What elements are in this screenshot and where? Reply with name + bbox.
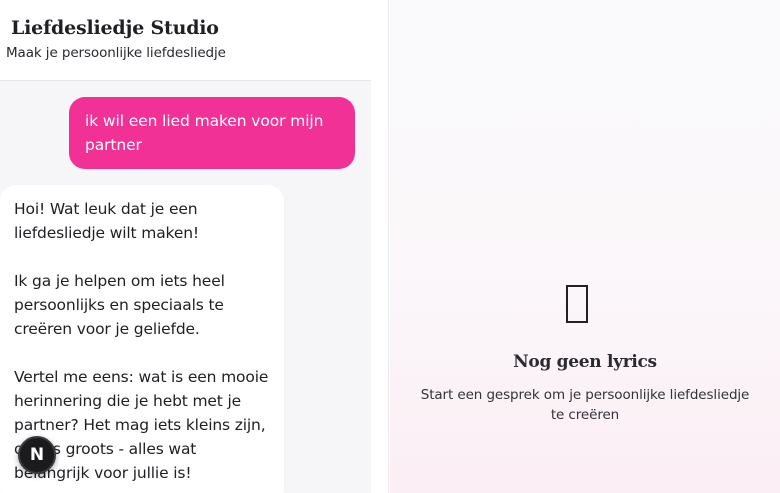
app-root: Liefdesliedje Studio Maak je persoonlijk… xyxy=(0,0,780,493)
dev-tools-badge[interactable]: N xyxy=(18,436,56,474)
assistant-message-paragraph: Ik ga je helpen om iets heel persoonlijk… xyxy=(14,272,225,338)
app-subtitle: Maak je persoonlijke liefdesliedje xyxy=(6,45,226,61)
user-message: ik wil een lied maken voor mijn partner xyxy=(69,97,355,169)
app-title: Liefdesliedje Studio xyxy=(6,17,219,39)
empty-state-description: Start een gesprek om je persoonlijke lie… xyxy=(420,387,750,423)
chat-panel: Liefdesliedje Studio Maak je persoonlijk… xyxy=(0,0,389,493)
assistant-message-paragraph: Hoi! Wat leuk dat je een liefdesliedje w… xyxy=(14,200,199,242)
app-title-text: Liefdesliedje Studio xyxy=(11,17,219,39)
assistant-message-paragraph: Vertel me eens: wat is een mooie herinne… xyxy=(14,368,269,482)
lyrics-panel: Nog geen lyrics Start een gesprek om je … xyxy=(390,0,780,493)
music-note-icon xyxy=(566,285,588,323)
chat-header: Liefdesliedje Studio Maak je persoonlijk… xyxy=(0,0,371,81)
empty-state-title: Nog geen lyrics xyxy=(513,352,657,372)
message-list[interactable]: ik wil een lied maken voor mijn partner … xyxy=(0,81,371,493)
